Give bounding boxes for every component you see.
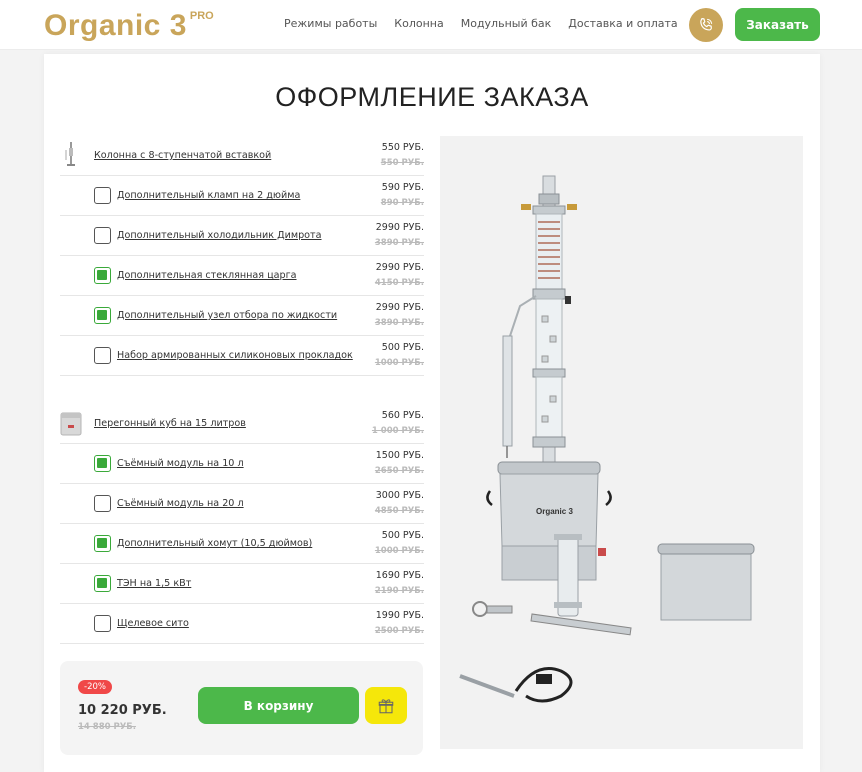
old-price: 2500 РУБ.	[374, 626, 424, 636]
gift-icon	[378, 698, 394, 713]
option-row: ТЭН на 1,5 кВт 1690 РУБ. 2190 РУБ.	[60, 564, 424, 604]
price: 500 РУБ.	[381, 530, 424, 541]
option-name[interactable]: Съёмный модуль на 20 л	[117, 498, 244, 509]
price: 2990 РУБ.	[375, 302, 424, 313]
old-price: 1000 РУБ.	[374, 358, 424, 368]
price-block: 590 РУБ. 890 РУБ.	[381, 182, 424, 208]
order-card: ОФОРМЛЕНИЕ ЗАКАЗА Колонна с 8-ступенчато…	[44, 54, 820, 772]
price: 1990 РУБ.	[375, 610, 424, 621]
price-block: 2990 РУБ. 4150 РУБ.	[375, 262, 424, 288]
summary-box: -20% 10 220 РУБ. 14 880 РУБ. В корзину	[60, 661, 423, 755]
price-block: 2990 РУБ. 3890 РУБ.	[375, 302, 424, 328]
price-block: 1500 РУБ. 2650 РУБ.	[375, 450, 424, 476]
column-thumbnail	[60, 141, 82, 171]
price-block: 550 РУБ. 550 РУБ.	[381, 142, 424, 168]
option-row: Съёмный модуль на 10 л 1500 РУБ. 2650 РУБ.	[60, 444, 424, 484]
main-nav: Режимы работы Колонна Модульный бак Дост…	[284, 17, 678, 30]
site-header: Organic 3 PRO Режимы работы Колонна Моду…	[0, 0, 862, 50]
price-block: 2990 РУБ. 3890 РУБ.	[375, 222, 424, 248]
option-row: Дополнительный кламп на 2 дюйма 590 РУБ. 8…	[60, 176, 424, 216]
phone-icon	[700, 18, 713, 31]
option-row: Съёмный модуль на 20 л 3000 РУБ. 4850 РУБ.	[60, 484, 424, 524]
old-price: 550 РУБ.	[380, 158, 424, 168]
old-price: 2190 РУБ.	[374, 586, 424, 596]
option-row: Дополнительный холодильник Димрота 2990 Р…	[60, 216, 424, 256]
option-checkbox[interactable]	[94, 267, 111, 284]
price: 2990 РУБ.	[375, 222, 424, 233]
option-checkbox[interactable]	[94, 347, 111, 364]
price: 500 РУБ.	[381, 342, 424, 353]
price-block: 500 РУБ. 1000 РУБ.	[375, 530, 424, 556]
option-row: Набор армированных силиконовых прокладок…	[60, 336, 424, 376]
price: 1690 РУБ.	[375, 570, 424, 581]
total-old-price: 14 880 РУБ.	[78, 722, 136, 732]
option-name[interactable]: Дополнительный хомут (10,5 дюймов)	[117, 538, 312, 549]
total-price: 10 220 РУБ.	[78, 703, 167, 718]
nav-column[interactable]: Колонна	[394, 17, 443, 30]
price: 590 РУБ.	[381, 182, 424, 193]
option-row: Дополнительный хомут (10,5 дюймов) 500 РУ…	[60, 524, 424, 564]
price: 550 РУБ.	[381, 142, 424, 153]
product-name[interactable]: Колонна с 8-ступенчатой вставкой	[94, 150, 271, 161]
order-list: Колонна с 8-ступенчатой вставкой 550 РУБ…	[60, 136, 424, 644]
pot-brand-label: Organic 3	[536, 507, 573, 516]
price-block: 1690 РУБ. 2190 РУБ.	[375, 570, 424, 596]
old-price: 2650 РУБ.	[374, 466, 424, 476]
product-row-column: Колонна с 8-ступенчатой вставкой 550 РУБ…	[60, 136, 424, 176]
gift-button[interactable]	[365, 687, 407, 724]
option-name[interactable]: Дополнительный холодильник Димрота	[117, 230, 322, 241]
logo-text: Organic 3	[44, 9, 187, 42]
still-thumbnail	[60, 409, 82, 439]
product-photo: Organic 3	[440, 136, 803, 749]
old-price: 3890 РУБ.	[374, 318, 424, 328]
option-name[interactable]: Съёмный модуль на 10 л	[117, 458, 244, 469]
option-row: Дополнительный узел отбора по жидкости 29…	[60, 296, 424, 336]
old-price: 4850 РУБ.	[374, 506, 424, 516]
option-name[interactable]: Набор армированных силиконовых прокладок	[117, 350, 353, 361]
option-checkbox[interactable]	[94, 495, 111, 512]
price: 3000 РУБ.	[375, 490, 424, 501]
logo-pro: PRO	[189, 10, 214, 22]
price: 1500 РУБ.	[375, 450, 424, 461]
price-block: 1990 РУБ. 2500 РУБ.	[375, 610, 424, 636]
old-price: 3890 РУБ.	[374, 238, 424, 248]
old-price: 890 РУБ.	[380, 198, 424, 208]
page-title: ОФОРМЛЕНИЕ ЗАКАЗА	[275, 82, 589, 112]
price-block: 500 РУБ. 1000 РУБ.	[375, 342, 424, 368]
option-checkbox[interactable]	[94, 455, 111, 472]
distiller-illustration: Organic 3	[459, 175, 755, 703]
add-to-cart-button[interactable]: В корзину	[198, 687, 359, 724]
option-row: Дополнительная стеклянная царга 2990 РУБ.…	[60, 256, 424, 296]
option-checkbox[interactable]	[94, 575, 111, 592]
option-checkbox[interactable]	[94, 535, 111, 552]
discount-badge: -20%	[78, 680, 112, 694]
nav-modular-tank[interactable]: Модульный бак	[461, 17, 552, 30]
option-checkbox[interactable]	[94, 615, 111, 632]
option-checkbox[interactable]	[94, 227, 111, 244]
nav-delivery[interactable]: Доставка и оплата	[568, 17, 677, 30]
option-name[interactable]: Дополнительный кламп на 2 дюйма	[117, 190, 300, 201]
product-name[interactable]: Перегонный куб на 15 литров	[94, 418, 246, 429]
option-name[interactable]: ТЭН на 1,5 кВт	[117, 578, 191, 589]
price-block: 3000 РУБ. 4850 РУБ.	[375, 490, 424, 516]
nav-modes[interactable]: Режимы работы	[284, 17, 377, 30]
logo[interactable]: Organic 3 PRO	[44, 6, 214, 46]
old-price: 1000 РУБ.	[374, 546, 424, 556]
option-name[interactable]: Дополнительная стеклянная царга	[117, 270, 297, 281]
phone-button[interactable]	[689, 8, 723, 42]
old-price: 1 000 РУБ.	[371, 426, 424, 436]
price-block: 560 РУБ. 1 000 РУБ.	[372, 410, 424, 436]
option-name[interactable]: Щелевое сито	[117, 618, 189, 629]
option-checkbox[interactable]	[94, 307, 111, 324]
price: 560 РУБ.	[381, 410, 424, 421]
old-price: 4150 РУБ.	[374, 278, 424, 288]
product-row-still: Перегонный куб на 15 литров 560 РУБ. 1 0…	[60, 404, 424, 444]
price: 2990 РУБ.	[375, 262, 424, 273]
option-name[interactable]: Дополнительный узел отбора по жидкости	[117, 310, 337, 321]
order-button[interactable]: Заказать	[735, 8, 820, 41]
option-row: Щелевое сито 1990 РУБ. 2500 РУБ.	[60, 604, 424, 644]
option-checkbox[interactable]	[94, 187, 111, 204]
